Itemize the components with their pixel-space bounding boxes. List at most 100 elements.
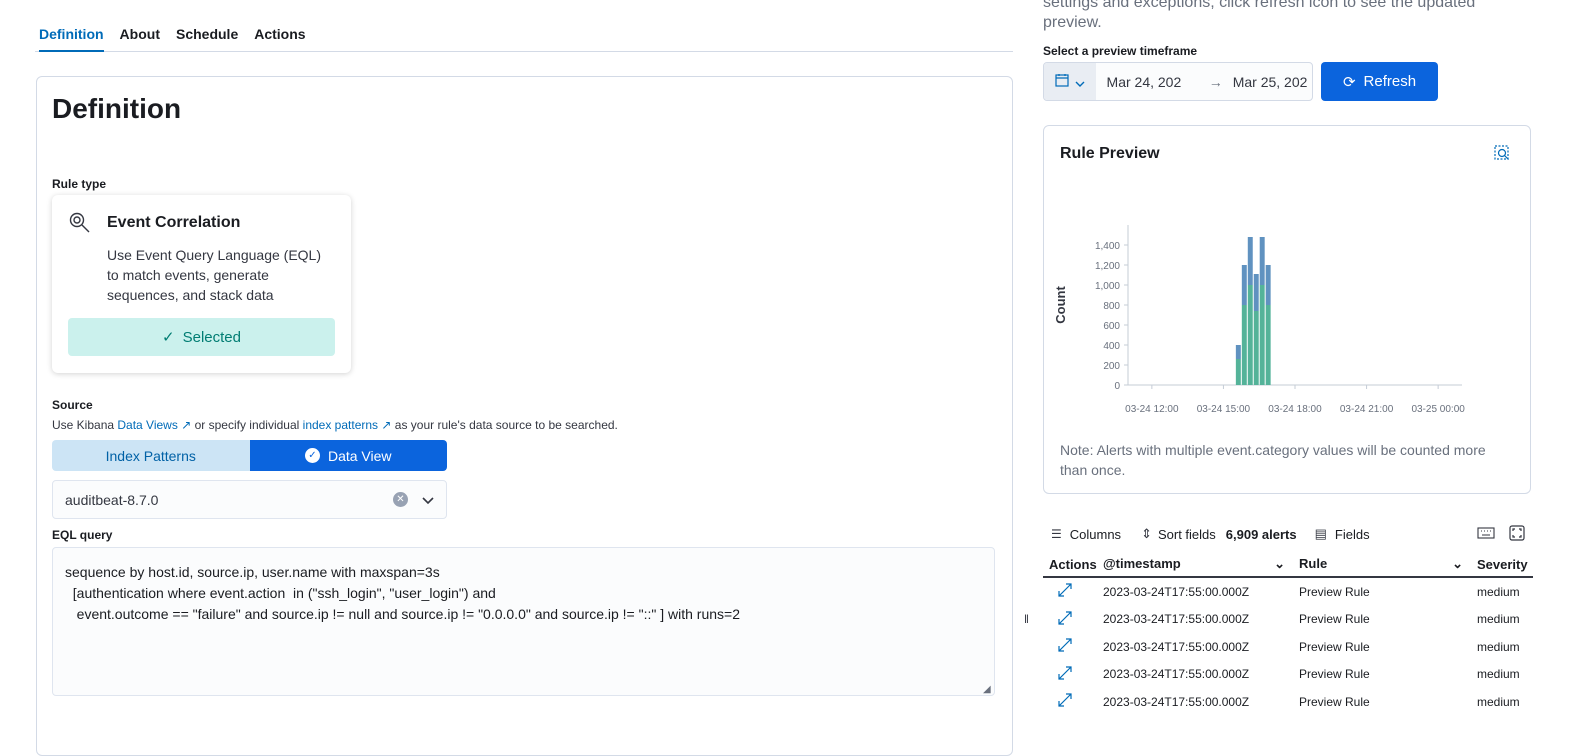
table-row: 2023-03-24T17:55:00.000Z Preview Rule me… xyxy=(1043,633,1533,661)
y-axis-label: Count xyxy=(1053,286,1068,324)
table-header: Actions @timestamp ⌄ Rule ⌄ Severity xyxy=(1043,552,1533,578)
header-rule[interactable]: Rule ⌄ xyxy=(1295,556,1473,572)
sort-fields-button[interactable]: Sort fields xyxy=(1158,527,1216,542)
timestamp-cell: 2023-03-24T17:55:00.000Z xyxy=(1103,612,1250,627)
expand-icon[interactable] xyxy=(1043,610,1099,629)
resize-handle-icon[interactable]: ◢ xyxy=(983,684,991,695)
histogram-bar[interactable] xyxy=(1235,359,1241,385)
chevron-down-icon: ⌄ xyxy=(1452,556,1463,571)
quick-select-button[interactable] xyxy=(1044,63,1096,100)
fields-button[interactable]: Fields xyxy=(1335,527,1370,542)
selected-button[interactable]: ✓ Selected xyxy=(68,318,335,356)
y-tick-label: 800 xyxy=(1103,301,1120,312)
data-view-button[interactable]: ✓ Data View xyxy=(249,440,447,471)
panel-resize-icon[interactable]: ‖ xyxy=(1024,612,1029,626)
refresh-button[interactable]: ⟳ Refresh xyxy=(1321,62,1438,101)
rule-preview-title: Rule Preview xyxy=(1060,145,1160,162)
inspect-icon[interactable] xyxy=(1494,145,1510,166)
tab-actions[interactable]: Actions xyxy=(254,18,305,52)
table-row: 2023-03-24T17:55:00.000Z Preview Rule me… xyxy=(1043,661,1533,689)
histogram-bar[interactable] xyxy=(1247,285,1253,385)
table-row: 2023-03-24T17:55:00.000Z Preview Rule me… xyxy=(1043,578,1533,606)
severity-cell: medium xyxy=(1477,694,1520,709)
severity-cell: medium xyxy=(1477,667,1520,682)
clear-icon[interactable]: ✕ xyxy=(393,492,408,507)
x-tick-label: 03-24 15:00 xyxy=(1197,404,1251,415)
eql-query-editor[interactable]: sequence by host.id, source.ip, user.nam… xyxy=(52,547,995,696)
histogram-bar[interactable] xyxy=(1265,265,1271,305)
external-link-icon: ↗ xyxy=(381,418,392,432)
rule-cell: Preview Rule xyxy=(1299,639,1370,654)
card-title: Event Correlation xyxy=(107,214,241,231)
severity-cell: medium xyxy=(1477,584,1520,599)
histogram-bar[interactable] xyxy=(1259,237,1265,285)
sort-icon: ⇕ xyxy=(1141,526,1152,541)
index-patterns-button[interactable]: Index Patterns xyxy=(52,440,250,471)
y-tick-label: 400 xyxy=(1103,341,1120,352)
histogram-bar[interactable] xyxy=(1259,285,1265,385)
tab-definition[interactable]: Definition xyxy=(39,18,104,52)
chevron-down-icon[interactable] xyxy=(422,492,434,508)
rule-cell: Preview Rule xyxy=(1299,584,1370,599)
severity-cell: medium xyxy=(1477,612,1520,627)
rule-cell: Preview Rule xyxy=(1299,667,1370,682)
histogram-bar[interactable] xyxy=(1265,305,1271,385)
timestamp-cell: 2023-03-24T17:55:00.000Z xyxy=(1103,639,1250,654)
calendar-icon xyxy=(1055,73,1069,90)
end-date[interactable]: Mar 25, 202 xyxy=(1233,74,1312,90)
severity-cell: medium xyxy=(1477,639,1520,654)
histogram-bar[interactable] xyxy=(1253,311,1259,385)
source-toggle: Index Patterns ✓ Data View xyxy=(52,440,447,471)
alerts-table: Actions @timestamp ⌄ Rule ⌄ Severity 2023-… xyxy=(1043,552,1533,716)
arrow-right-icon: → xyxy=(1208,73,1223,90)
timestamp-cell: 2023-03-24T17:55:00.000Z xyxy=(1103,667,1250,682)
expand-icon[interactable] xyxy=(1043,692,1099,711)
source-help-text: Use Kibana Data Views ↗ or specify indiv… xyxy=(52,418,618,432)
alerts-count: 6,909 alerts xyxy=(1225,526,1297,542)
fullscreen-icon[interactable] xyxy=(1509,524,1525,544)
data-views-link[interactable]: Data Views xyxy=(117,418,177,432)
index-patterns-link[interactable]: index patterns xyxy=(303,418,378,432)
histogram-bar[interactable] xyxy=(1247,237,1253,285)
list-icon: ☰ xyxy=(1051,527,1062,541)
header-actions: Actions xyxy=(1049,556,1097,572)
table-row: 2023-03-24T17:55:00.000Z Preview Rule me… xyxy=(1043,606,1533,634)
x-tick-label: 03-24 12:00 xyxy=(1125,404,1179,415)
external-link-icon: ↗ xyxy=(181,418,192,432)
expand-icon[interactable] xyxy=(1043,637,1099,656)
y-tick-label: 0 xyxy=(1114,381,1120,392)
check-circle-icon: ✓ xyxy=(304,448,320,463)
y-tick-label: 200 xyxy=(1103,361,1120,372)
timestamp-cell: 2023-03-24T17:55:00.000Z xyxy=(1103,584,1250,599)
date-picker: Mar 24, 202 → Mar 25, 202 xyxy=(1043,62,1313,101)
preview-histogram: Count 0 200 400 600 800 1,000 1,200 1,400 03-24… xyxy=(1053,225,1465,415)
check-icon: ✓ xyxy=(162,329,175,346)
eql-query-label: EQL query xyxy=(52,528,113,542)
y-tick-label: 1,200 xyxy=(1095,261,1120,272)
tab-about[interactable]: About xyxy=(120,18,160,52)
card-description: Use Event Query Language (EQL) to match … xyxy=(107,247,322,303)
expand-icon[interactable] xyxy=(1043,665,1099,684)
histogram-bar[interactable] xyxy=(1241,305,1247,385)
keyboard-icon[interactable] xyxy=(1477,526,1495,542)
rule-type-label: Rule type xyxy=(52,177,107,191)
histogram-bar[interactable] xyxy=(1253,274,1259,311)
timestamp-cell: 2023-03-24T17:55:00.000Z xyxy=(1103,694,1250,709)
columns-button[interactable]: Columns xyxy=(1070,527,1121,542)
expand-icon[interactable] xyxy=(1043,582,1099,601)
histogram-bar[interactable] xyxy=(1235,345,1241,359)
data-view-select[interactable]: auditbeat-8.7.0 ✕ xyxy=(52,480,447,519)
source-label: Source xyxy=(52,398,93,412)
header-severity[interactable]: Severity xyxy=(1473,557,1533,572)
x-tick-label: 03-24 21:00 xyxy=(1340,404,1394,415)
y-tick-label: 600 xyxy=(1103,321,1120,332)
histogram-bar[interactable] xyxy=(1241,265,1247,305)
refresh-icon: ⟳ xyxy=(1342,73,1356,91)
table-toolbar: ☰ Columns ⇕ Sort fields 6,909 alerts ▤ F… xyxy=(1043,520,1533,548)
timeframe-label: Select a preview timeframe xyxy=(1043,44,1198,58)
start-date[interactable]: Mar 24, 202 xyxy=(1107,74,1201,90)
magnifier-icon xyxy=(68,211,92,240)
tab-schedule[interactable]: Schedule xyxy=(176,18,238,52)
rule-cell: Preview Rule xyxy=(1299,612,1370,627)
header-timestamp[interactable]: @timestamp ⌄ xyxy=(1099,556,1295,572)
